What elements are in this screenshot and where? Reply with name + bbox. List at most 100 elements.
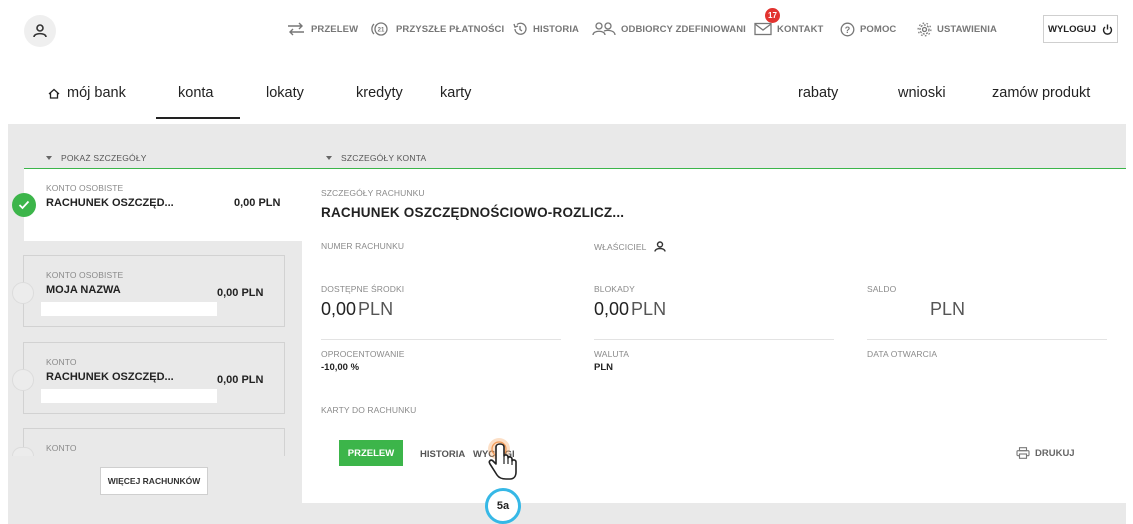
account-type: KONTO (46, 443, 77, 453)
nav-wnioski[interactable]: wnioski (898, 85, 946, 101)
svg-text:?: ? (845, 24, 851, 34)
nav-rabaty[interactable]: rabaty (798, 85, 838, 101)
history-link[interactable]: HISTORIA (420, 449, 465, 460)
account-details-panel: SZCZEGÓŁY RACHUNKU RACHUNEK OSZCZĘDNOŚCI… (302, 169, 1126, 503)
cards-label: KARTY DO RACHUNKU (321, 405, 417, 415)
topnav-historia-label: HISTORIA (533, 23, 580, 35)
nav-karty[interactable]: karty (440, 85, 471, 101)
divider (594, 339, 834, 340)
account-name: RACHUNEK OSZCZĘD... (46, 371, 174, 383)
open-date-label: DATA OTWARCIA (867, 349, 938, 359)
masked-account-number (41, 302, 217, 316)
available-funds-label: DOSTĘPNE ŚRODKI (321, 284, 405, 294)
interest-value: -10,00 % (321, 362, 360, 373)
nav-moj-bank[interactable]: mój bank (48, 85, 126, 101)
balance-label: SALDO (867, 284, 897, 294)
show-details-toggle[interactable]: POKAŻ SZCZEGÓŁY (46, 153, 147, 163)
blocked-funds-value: 0,00 PLN (594, 299, 666, 320)
currency-value: PLN (594, 362, 613, 373)
account-item[interactable]: KONTO RACHUNEK OSZCZĘD... 0,00 PLN (23, 342, 285, 414)
notification-badge: 17 (765, 8, 780, 23)
account-type: KONTO OSOBISTE (46, 270, 124, 280)
account-balance: 0,00 PLN (234, 197, 281, 209)
balance-currency: PLN (930, 299, 966, 319)
account-details-label: SZCZEGÓŁY KONTA (341, 153, 427, 163)
owner-label[interactable]: WŁAŚCICIEL (594, 241, 666, 252)
nav-konta[interactable]: konta (178, 85, 213, 101)
account-type: KONTO OSOBISTE (46, 183, 124, 193)
triangle-down-icon (46, 156, 52, 160)
user-avatar[interactable] (24, 15, 56, 47)
topnav-historia[interactable]: HISTORIA (512, 20, 579, 38)
account-number-label: NUMER RACHUNKU (321, 241, 405, 251)
blocked-funds-label: BLOKADY (594, 284, 635, 294)
blocked-funds-currency: PLN (631, 299, 667, 319)
interest-label: OPROCENTOWANIE (321, 349, 405, 359)
print-button[interactable]: DRUKUJ (1016, 447, 1075, 459)
hand-pointer-icon (488, 438, 517, 480)
account-details-toggle[interactable]: SZCZEGÓŁY KONTA (326, 153, 426, 163)
blocked-funds-amount: 0,00 (594, 299, 630, 319)
currency-label: WALUTA (594, 349, 630, 359)
balance-value: PLN (928, 299, 965, 320)
available-funds-currency: PLN (358, 299, 394, 319)
account-balance: 0,00 PLN (217, 287, 264, 299)
topnav-ustawienia[interactable]: USTAWIENIA (917, 20, 997, 38)
top-utility-bar: PRZELEW 21 PRZYSZŁE PŁATNOŚCI HISTORIA O… (0, 0, 1133, 58)
account-item[interactable]: KONTO OSOBISTE MOJA NAZWA 0,00 PLN (23, 255, 285, 327)
selected-check-icon (12, 193, 36, 217)
divider (321, 339, 561, 340)
account-name: MOJA NAZWA (46, 284, 121, 296)
topnav-przyszle-label: PRZYSZŁE PŁATNOŚCI (396, 23, 505, 35)
topnav-odbiorcy-label: ODBIORCY ZDEFINIOWANI (621, 23, 746, 35)
triangle-down-icon (326, 156, 332, 160)
account-name: RACHUNEK OSZCZĘD... (46, 197, 174, 209)
gear-icon (917, 21, 932, 37)
nav-moj-bank-label: mój bank (67, 85, 126, 101)
available-funds-amount: 0,00 (321, 299, 357, 319)
logout-label: WYLOGUJ (1047, 23, 1097, 35)
logout-button[interactable]: WYLOGUJ (1043, 15, 1118, 43)
account-title: RACHUNEK OSZCZĘDNOŚCIOWO-ROZLICZ... (321, 205, 625, 220)
recipients-icon (592, 22, 616, 36)
content-area: POKAŻ SZCZEGÓŁY SZCZEGÓŁY KONTA KONTO OS… (8, 124, 1126, 524)
topnav-ustawienia-label: USTAWIENIA (937, 23, 997, 35)
account-balance: 0,00 PLN (217, 374, 264, 386)
printer-icon (1016, 447, 1030, 459)
help-icon: ? (840, 22, 855, 36)
account-item[interactable]: KONTO OSOBISTE RACHUNEK OSZCZĘD... 0,00 … (24, 169, 302, 241)
topnav-przyszle-platnosci[interactable]: 21 PRZYSZŁE PŁATNOŚCI (369, 20, 504, 38)
topnav-pomoc-label: POMOC (860, 23, 897, 35)
print-label: DRUKUJ (1035, 447, 1075, 459)
owner-label-text: WŁAŚCICIEL (594, 241, 647, 252)
topnav-kontakt[interactable]: KONTAKT (754, 20, 823, 38)
divider (867, 339, 1107, 340)
transfer-icon (288, 22, 304, 36)
nav-kredyty[interactable]: kredyty (356, 85, 403, 101)
account-item[interactable]: KONTO (23, 428, 285, 456)
topnav-odbiorcy[interactable]: ODBIORCY ZDEFINIOWANI (592, 20, 746, 38)
topnav-kontakt-label: KONTAKT (777, 23, 824, 35)
history-icon (513, 22, 527, 35)
account-type: KONTO (46, 357, 77, 367)
available-funds-value: 0,00 PLN (321, 299, 393, 320)
user-icon (33, 24, 47, 38)
transfer-button[interactable]: PRZELEW (339, 440, 403, 466)
nav-zamow-produkt[interactable]: zamów produkt (992, 85, 1090, 101)
svg-text:21: 21 (378, 28, 385, 34)
more-accounts-button[interactable]: WIĘCEJ RACHUNKÓW (100, 467, 208, 495)
active-tab-indicator (156, 117, 240, 119)
topnav-przelew[interactable]: PRZELEW (286, 20, 358, 38)
show-details-label: POKAŻ SZCZEGÓŁY (61, 153, 147, 163)
topnav-pomoc[interactable]: ? POMOC (840, 20, 896, 38)
nav-lokaty[interactable]: lokaty (266, 85, 304, 101)
user-icon (653, 241, 666, 252)
topnav-przelew-label: PRZELEW (311, 23, 359, 35)
details-section-label: SZCZEGÓŁY RACHUNKU (321, 188, 425, 198)
power-icon (1102, 24, 1113, 35)
account-radio[interactable] (12, 282, 34, 304)
account-radio[interactable] (12, 447, 34, 456)
masked-account-number (41, 389, 217, 403)
account-radio[interactable] (12, 369, 34, 391)
main-navigation: mój bank konta lokaty kredyty karty raba… (0, 58, 1133, 124)
